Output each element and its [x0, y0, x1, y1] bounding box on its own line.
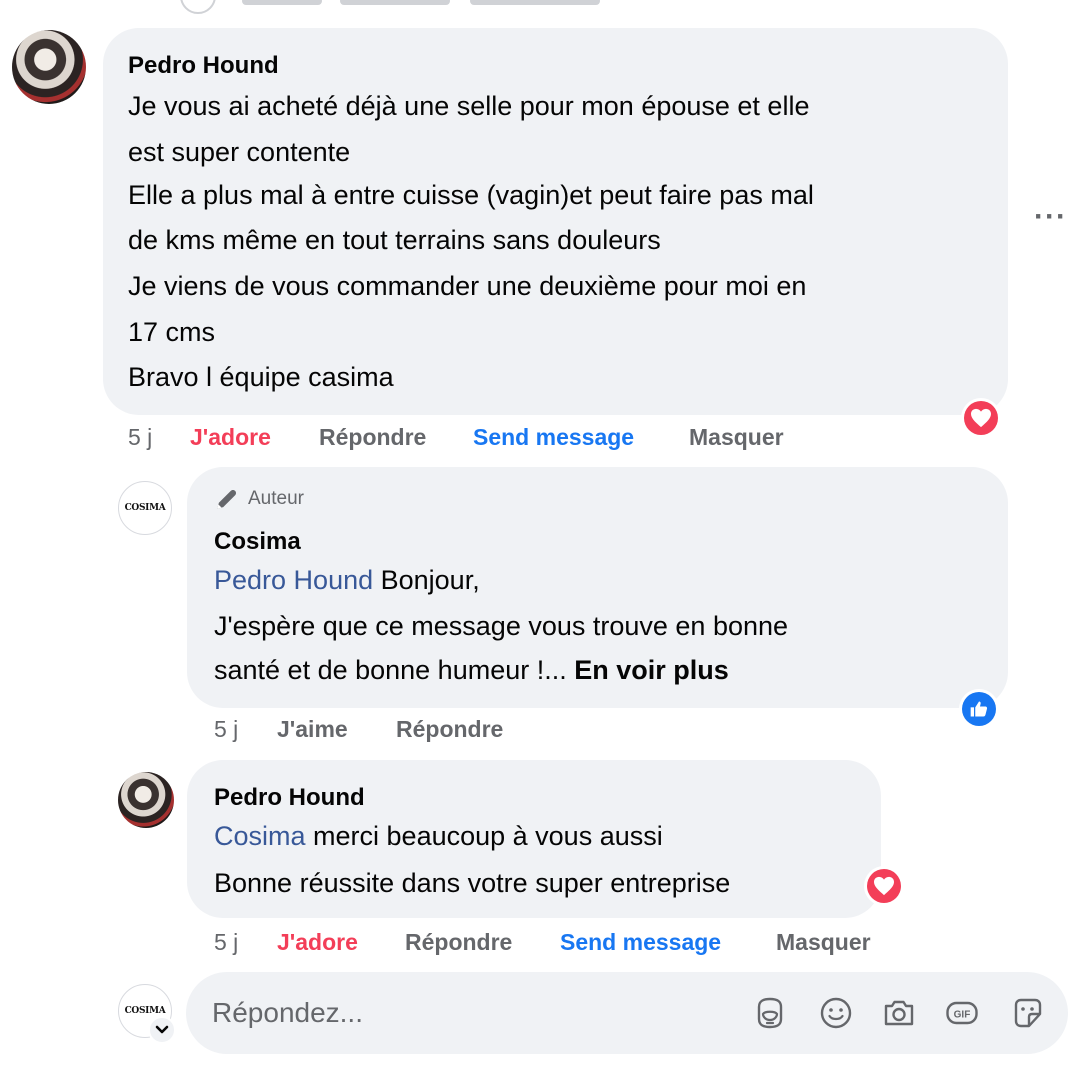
love-reaction-icon[interactable]	[961, 398, 1001, 438]
reply-composer: GIF	[186, 972, 1068, 1054]
svg-text:GIF: GIF	[954, 1010, 971, 1021]
comment-text-line: 17 cms	[128, 317, 216, 347]
love-reaction-button[interactable]: J'adore	[277, 929, 358, 956]
love-reaction-button[interactable]: J'adore	[190, 424, 271, 451]
hide-button[interactable]: Masquer	[776, 929, 871, 956]
mention-link[interactable]: Cosima	[214, 821, 306, 851]
author-badge-label: Auteur	[248, 488, 304, 509]
like-reaction-icon[interactable]	[959, 689, 999, 729]
like-button[interactable]: J'aime	[277, 716, 348, 743]
comment-timestamp[interactable]: 5 j	[128, 424, 152, 451]
brand-logo-text: COSIMA	[124, 1006, 166, 1016]
previous-text-fragment	[242, 0, 322, 5]
emoji-icon[interactable]	[818, 995, 854, 1031]
comment-text: Bonjour,	[373, 565, 480, 595]
comment-text: merci beaucoup à vous aussi	[305, 821, 663, 851]
comment-text-line: de kms même en tout terrains sans douleu…	[128, 225, 661, 255]
comment-author[interactable]: Cosima	[214, 528, 301, 556]
comment-text-line: Cosima merci beaucoup à vous aussi	[214, 814, 663, 858]
send-message-button[interactable]: Send message	[473, 424, 634, 451]
camera-icon[interactable]	[881, 995, 917, 1031]
comment-text-line: Elle a plus mal à entre cuisse (vagin)et…	[128, 180, 814, 210]
brand-logo-text: COSIMA	[124, 503, 166, 513]
comment-text-line: Pedro Hound Bonjour,	[214, 558, 480, 602]
reply-button[interactable]: Répondre	[405, 929, 512, 956]
avatar[interactable]	[118, 772, 174, 828]
author-badge: Auteur	[214, 486, 304, 512]
mention-link[interactable]: Pedro Hound	[214, 565, 373, 595]
comment-author[interactable]: Pedro Hound	[214, 784, 365, 812]
pen-icon	[217, 489, 237, 509]
hide-button[interactable]: Masquer	[689, 424, 784, 451]
previous-avatar-fragment	[180, 0, 216, 14]
avatar[interactable]: COSIMA	[118, 481, 172, 535]
avatar-sticker-icon[interactable]	[752, 995, 788, 1031]
comment-timestamp[interactable]: 5 j	[214, 716, 238, 743]
comment-text-line: Je viens de vous commander une deuxième …	[128, 271, 807, 301]
gif-icon[interactable]: GIF	[944, 995, 980, 1031]
love-reaction-icon[interactable]	[864, 866, 904, 906]
previous-text-fragment	[340, 0, 450, 5]
send-message-button[interactable]: Send message	[560, 929, 721, 956]
avatar[interactable]	[12, 30, 86, 104]
comment-author[interactable]: Pedro Hound	[128, 52, 279, 80]
more-options-icon[interactable]: ···	[1034, 200, 1067, 234]
sticker-icon[interactable]	[1010, 995, 1046, 1031]
reply-button[interactable]: Répondre	[319, 424, 426, 451]
comment-text-line: Bonne réussite dans votre super entrepri…	[214, 868, 731, 898]
comment-text-line: J'espère que ce message vous trouve en b…	[214, 611, 789, 641]
reply-input[interactable]	[212, 991, 712, 1035]
previous-text-fragment	[470, 0, 600, 5]
comment-timestamp[interactable]: 5 j	[214, 929, 238, 956]
comment-text-line: Je vous ai acheté déjà une selle pour mo…	[128, 91, 810, 121]
comment-text-line: Bravo l équipe casima	[128, 362, 394, 392]
reply-button[interactable]: Répondre	[396, 716, 503, 743]
comment-text-line: santé et de bonne humeur !... En voir pl…	[214, 648, 729, 692]
comment-text: santé et de bonne humeur !...	[214, 655, 575, 685]
see-more-link[interactable]: En voir plus	[574, 655, 729, 685]
comment-text-line: est super contente	[128, 137, 351, 167]
chevron-down-icon[interactable]	[148, 1016, 176, 1044]
